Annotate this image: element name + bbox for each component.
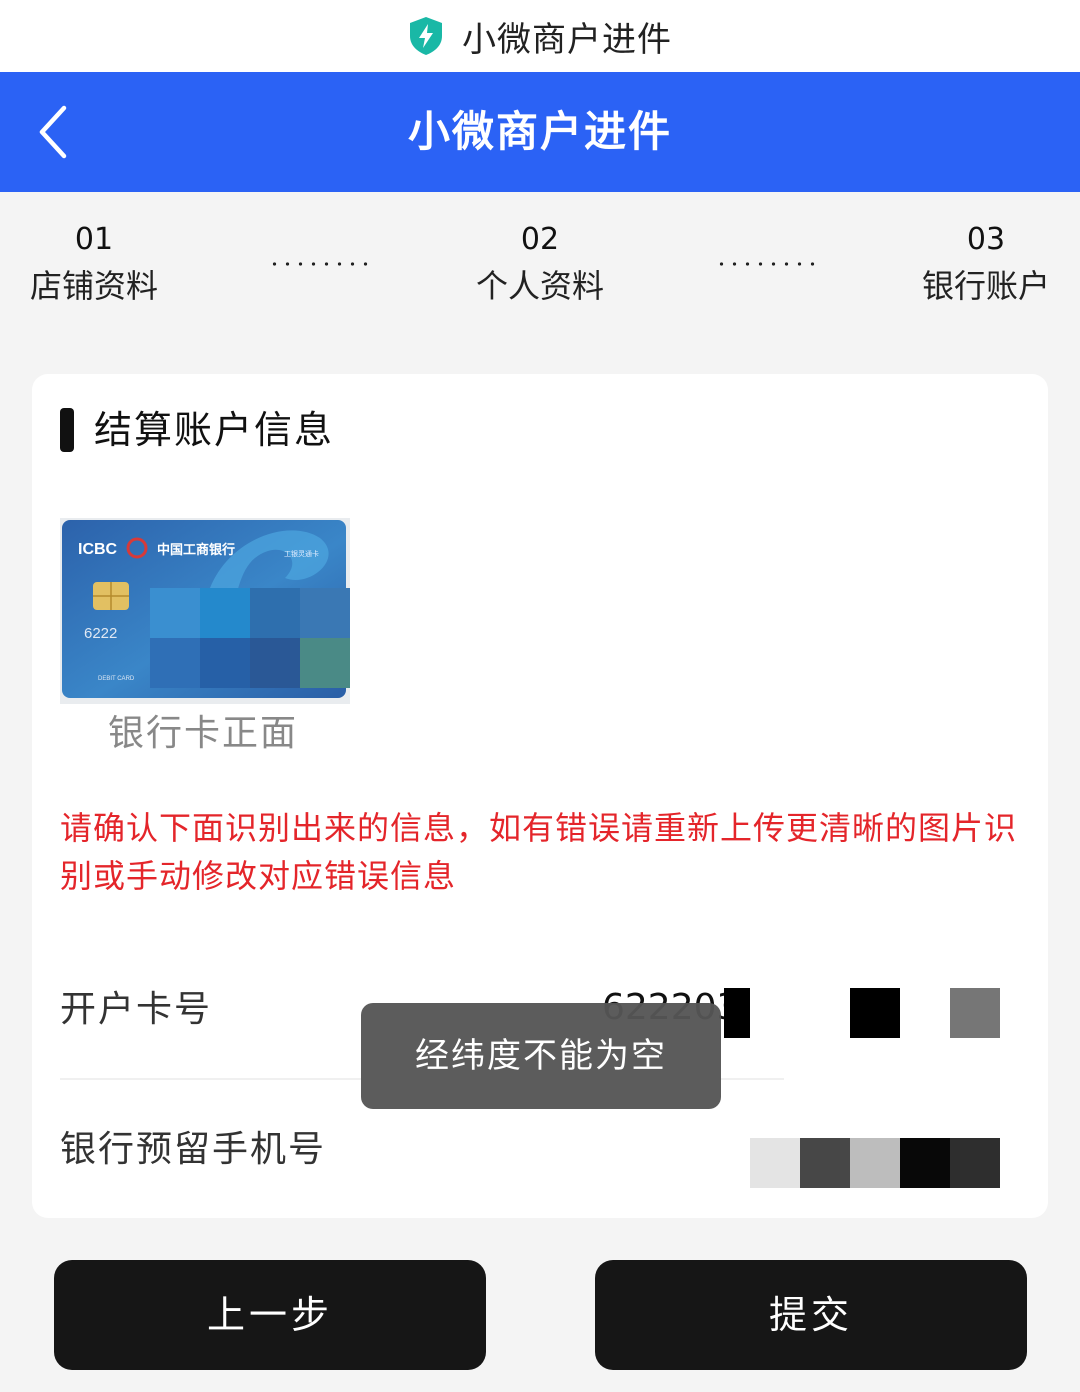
redaction-block (950, 1138, 1000, 1188)
card-type: 工银灵通卡 (284, 549, 319, 558)
card-bank-name: 中国工商银行 (157, 542, 235, 558)
step-connector (715, 262, 819, 266)
miniprogram-titlebar: 小微商户进件 (0, 0, 1080, 72)
bank-card-front-label: 银行卡正面 (108, 713, 299, 754)
mosaic-block (300, 638, 350, 688)
step-3: 03 银行账户 (886, 220, 1080, 306)
step-number: 02 (520, 222, 560, 257)
nav-header: 小微商户进件 (0, 72, 1080, 192)
redaction-block (800, 1138, 850, 1188)
step-2: 02 个人资料 (440, 220, 640, 306)
toast-message: 经纬度不能为空 (361, 1003, 721, 1109)
redaction-block (950, 988, 1000, 1038)
step-connector (268, 262, 372, 266)
redaction-block (850, 1138, 900, 1188)
miniprogram-title: 小微商户进件 (462, 19, 672, 60)
step-label: 店铺资料 (29, 267, 158, 305)
card-number-label: 开户卡号 (60, 989, 213, 1030)
prev-step-button[interactable]: 上一步 (54, 1260, 486, 1370)
card-number-partial: 6222 (84, 625, 117, 642)
step-1: 01 店铺资料 (0, 220, 194, 306)
page-title: 小微商户进件 (407, 107, 672, 156)
ocr-warning-text: 请确认下面识别出来的信息，如有错误请重新上传更清晰的图片识别或手动修改对应错误信… (60, 809, 1018, 895)
step-number: 01 (74, 222, 114, 257)
card-brand: ICBC (78, 541, 118, 558)
section-title: 结算账户信息 (94, 408, 335, 452)
redaction-block (750, 1138, 800, 1188)
section-marker (60, 408, 74, 452)
submit-button[interactable]: 提交 (595, 1260, 1027, 1370)
card-debit-label: DEBIT CARD (98, 676, 135, 682)
redaction-block (850, 988, 900, 1038)
redaction-block (724, 988, 750, 1038)
step-label: 银行账户 (921, 267, 1050, 305)
shield-lightning-icon (410, 17, 442, 55)
redaction-block (900, 1138, 950, 1188)
step-label: 个人资料 (475, 267, 604, 305)
reserved-phone-label: 银行预留手机号 (60, 1129, 327, 1170)
step-number: 03 (966, 222, 1006, 257)
